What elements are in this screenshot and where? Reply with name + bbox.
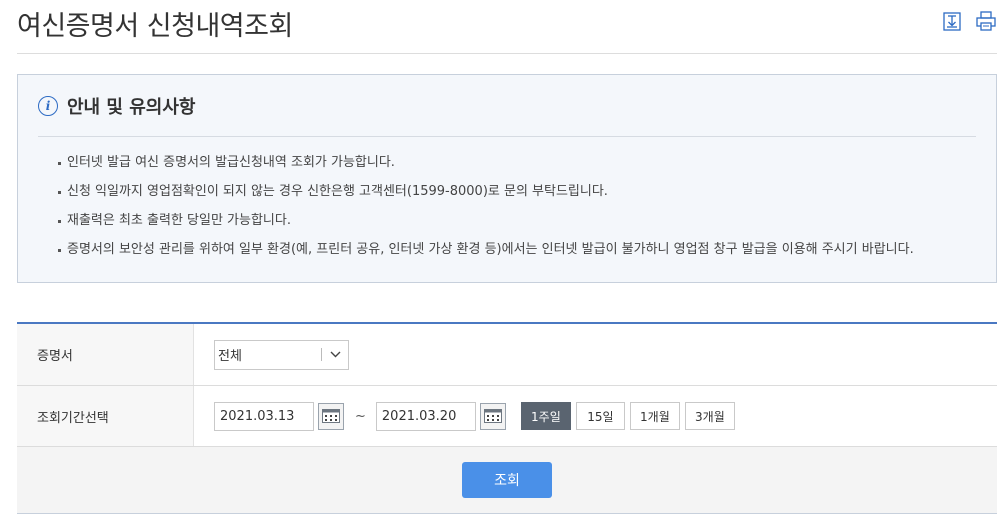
notice-item: 재출력은 최초 출력한 당일만 가능합니다. <box>58 212 914 241</box>
chevron-down-icon <box>322 351 348 358</box>
period-1month-button[interactable]: 1개월 <box>629 402 680 430</box>
print-icon[interactable] <box>976 10 996 32</box>
end-date-input[interactable]: 2021.03.20 <box>375 401 476 431</box>
period-row: 조회기간선택 2021.03.13 ~ 2021.03.20 1주일 15일 1… <box>17 386 997 447</box>
period-3months-button[interactable]: 3개월 <box>684 402 735 430</box>
notice-list: 인터넷 발급 여신 증명서의 발급신청내역 조회가 가능합니다. 신청 익일까지… <box>58 154 914 270</box>
info-icon: i <box>38 96 58 116</box>
start-calendar-icon[interactable] <box>318 402 344 430</box>
notice-title: 안내 및 유의사항 <box>67 97 196 118</box>
search-button[interactable]: 조회 <box>462 462 552 498</box>
notice-divider <box>38 136 976 137</box>
notice-item: 인터넷 발급 여신 증명서의 발급신청내역 조회가 가능합니다. <box>58 154 914 183</box>
title-tools <box>942 10 996 32</box>
certificate-select[interactable]: 전체 <box>214 339 349 370</box>
page-title: 여신증명서 신청내역조회 <box>17 11 293 42</box>
certificate-select-value: 전체 <box>218 349 242 364</box>
certificate-label: 증명서 <box>17 324 194 385</box>
notice-item: 증명서의 보안성 관리를 위하여 일부 환경(예, 프린터 공유, 인터넷 가상… <box>58 241 914 270</box>
title-divider <box>17 53 997 54</box>
period-label: 조회기간선택 <box>17 386 194 446</box>
period-15days-button[interactable]: 15일 <box>575 402 625 430</box>
notice-item: 신청 익일까지 영업점확인이 되지 않는 경우 신한은행 고객센터(1599-8… <box>58 183 914 212</box>
search-form: 증명서 전체 조회기간선택 2021.03.13 ~ 2021.03.20 1주… <box>17 322 997 514</box>
notice-box: i 안내 및 유의사항 인터넷 발급 여신 증명서의 발급신청내역 조회가 가능… <box>17 74 997 283</box>
search-area: 조회 <box>17 447 997 514</box>
period-1week-button[interactable]: 1주일 <box>520 402 571 430</box>
notice-header: i 안내 및 유의사항 <box>38 93 195 119</box>
download-icon[interactable] <box>942 10 962 32</box>
period-cell: 2021.03.13 ~ 2021.03.20 1주일 15일 1개월 3개월 <box>194 386 997 446</box>
end-calendar-icon[interactable] <box>479 402 506 430</box>
start-date-input[interactable]: 2021.03.13 <box>214 401 314 431</box>
certificate-cell: 전체 <box>194 324 997 385</box>
date-separator: ~ <box>355 408 366 424</box>
certificate-row: 증명서 전체 <box>17 324 997 386</box>
